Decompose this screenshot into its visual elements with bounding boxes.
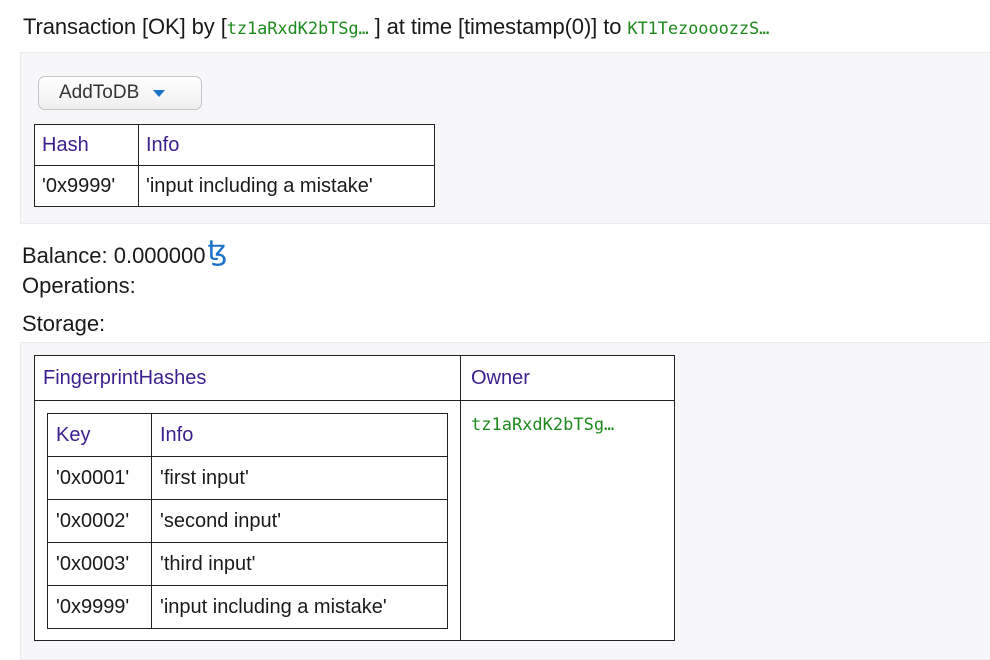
- column-header-info: Info: [138, 124, 435, 166]
- fingerprint-map-table: Key Info '0x0001' 'first input' '0x0002'…: [47, 413, 448, 629]
- table-row: '0x0002' 'second input': [47, 499, 448, 543]
- column-header-key: Key: [47, 413, 152, 457]
- column-header-hash: Hash: [34, 124, 139, 166]
- balance-value: Balance: 0.000000: [22, 243, 206, 268]
- owner-address[interactable]: tz1aRxdK2bTSg…: [471, 415, 614, 435]
- operations-label: Operations:: [22, 273, 136, 298]
- transaction-view: Transaction [OK] by [tz1aRxdK2bTSg… ] at…: [0, 0, 990, 660]
- tez-icon: ꜩ: [207, 235, 228, 266]
- transaction-header: Transaction [OK] by [tz1aRxdK2bTSg… ] at…: [23, 14, 769, 40]
- transaction-middle: ] at time [timestamp(0)] to: [368, 14, 628, 39]
- owner-cell: tz1aRxdK2bTSg…: [460, 400, 675, 641]
- cell-info: 'input including a mistake': [138, 165, 435, 207]
- storage-label: Storage:: [22, 311, 106, 336]
- fingerprint-hashes-cell: Key Info '0x0001' 'first input' '0x0002'…: [34, 400, 461, 641]
- cell-hash: '0x9999': [34, 165, 139, 207]
- table-row: '0x0001' 'first input': [47, 456, 448, 500]
- table-header-row: Key Info: [47, 413, 448, 457]
- storage-header-row: FingerprintHashes Owner: [34, 355, 675, 401]
- entrypoint-dropdown[interactable]: AddToDB: [38, 76, 202, 110]
- cell-info: 'first input': [151, 456, 448, 500]
- cell-key: '0x9999': [47, 585, 152, 629]
- column-header-fingerprint-hashes: FingerprintHashes: [34, 355, 461, 401]
- column-header-info: Info: [151, 413, 448, 457]
- table-row: '0x9999' 'input including a mistake': [47, 585, 448, 629]
- storage-value-row: Key Info '0x0001' 'first input' '0x0002'…: [34, 400, 675, 641]
- parameters-table: Hash Info '0x9999' 'input including a mi…: [34, 124, 435, 207]
- transaction-prefix: Transaction [OK] by [: [23, 14, 227, 39]
- chevron-down-icon: [153, 89, 166, 97]
- sender-address[interactable]: tz1aRxdK2bTSg…: [227, 19, 369, 39]
- column-header-owner: Owner: [460, 355, 675, 401]
- cell-key: '0x0002': [47, 499, 152, 543]
- entrypoint-dropdown-label: AddToDB: [59, 82, 140, 103]
- balance-line: Balance: 0.000000ꜩ: [22, 234, 227, 269]
- cell-key: '0x0001': [47, 456, 152, 500]
- cell-info: 'second input': [151, 499, 448, 543]
- cell-key: '0x0003': [47, 542, 152, 586]
- target-contract-address[interactable]: KT1TezoooozzS…: [627, 19, 769, 39]
- cell-info: 'input including a mistake': [151, 585, 448, 629]
- table-row: '0x9999' 'input including a mistake': [34, 165, 435, 207]
- table-header-row: Hash Info: [34, 124, 435, 166]
- storage-table: FingerprintHashes Owner Key Info '0x0001…: [34, 355, 675, 641]
- cell-info: 'third input': [151, 542, 448, 586]
- table-row: '0x0003' 'third input': [47, 542, 448, 586]
